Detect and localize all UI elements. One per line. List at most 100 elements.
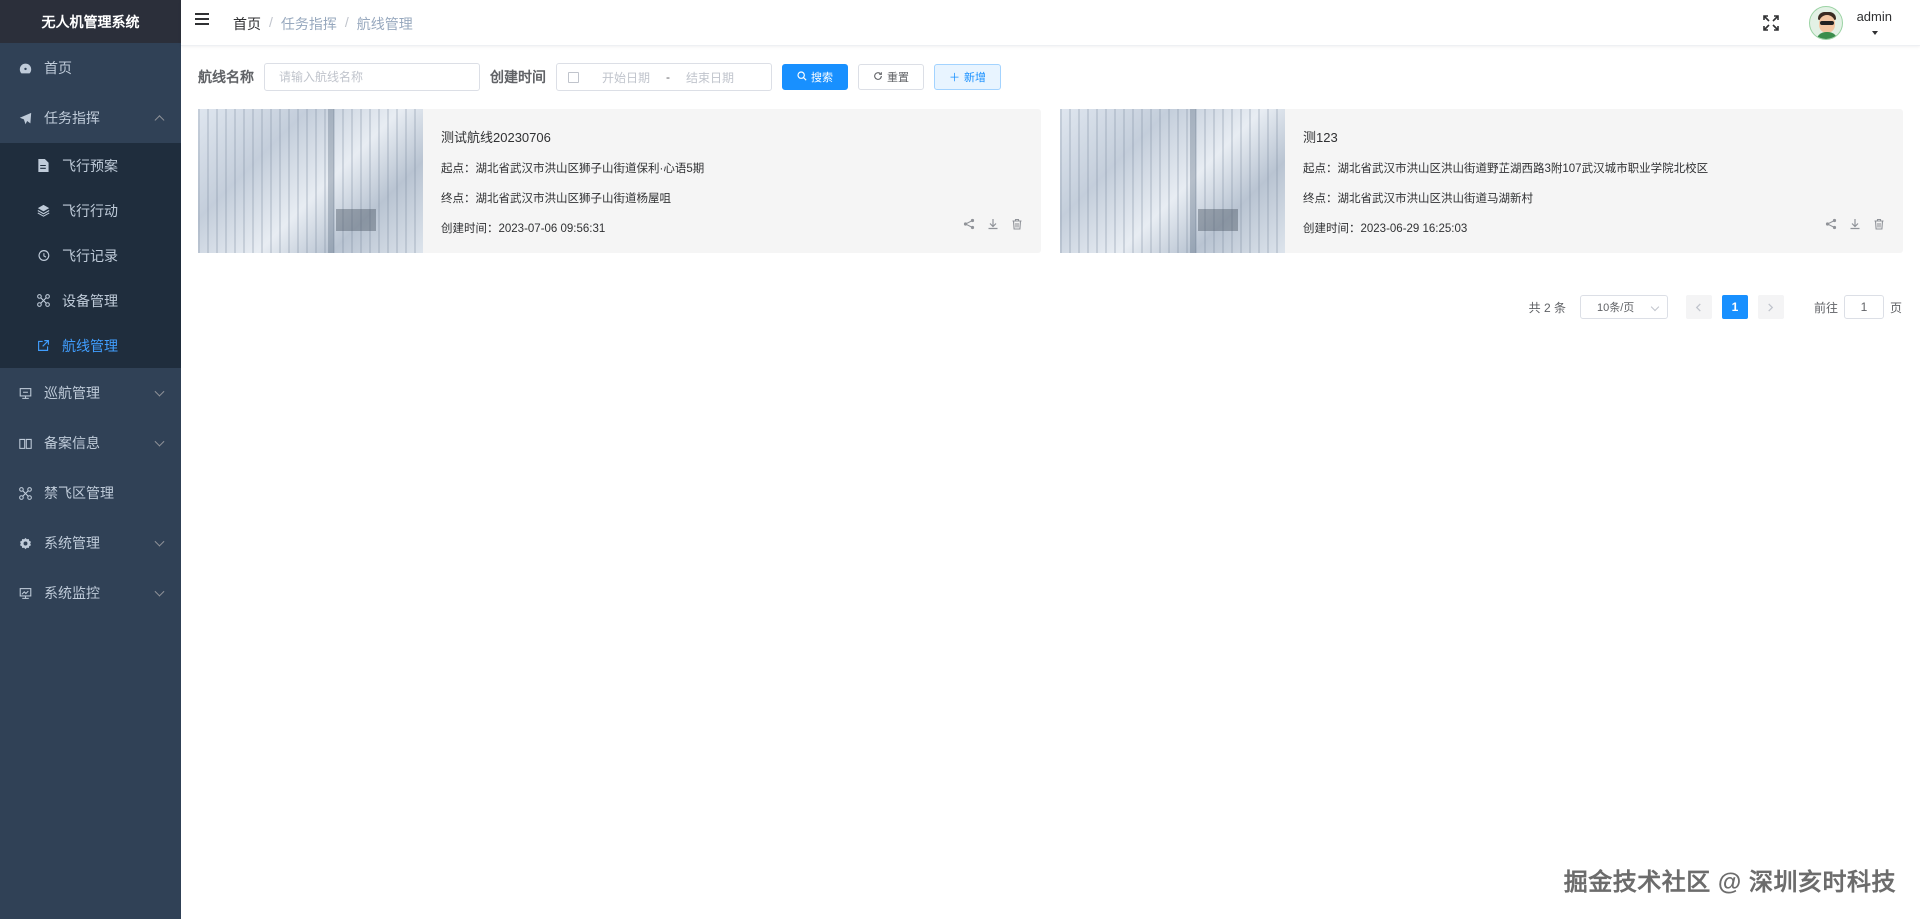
start-date-input[interactable]: 开始日期 [591,69,661,86]
gear-icon [18,536,32,550]
delete-icon[interactable] [1011,218,1023,233]
chevron-down-icon [154,586,165,597]
sidebar-item-patrol-management[interactable]: 巡航管理 [0,368,181,418]
sidebar-item-label: 飞行记录 [62,247,118,264]
route-start: 起点：湖北省武汉市洪山区狮子山街道保利·心语5期 [441,163,705,175]
sidebar-item-system-monitor[interactable]: 系统监控 [0,568,181,618]
app-title: 无人机管理系统 [0,0,181,43]
username[interactable]: admin [1857,9,1892,24]
sidebar-item-label: 禁飞区管理 [44,485,114,501]
add-button-label: 新增 [964,72,986,84]
refresh-icon [873,71,883,84]
document-icon [36,159,50,173]
sidebar-item-mission-command[interactable]: 任务指挥 [0,93,181,143]
date-range-picker[interactable]: 开始日期 - 结束日期 [556,63,772,91]
send-icon [18,111,32,125]
route-card[interactable]: 测123 起点：湖北省武汉市洪山区洪山街道野芷湖西路3附107武汉城市职业学院北… [1060,109,1903,253]
top-navbar: 首页 / 任务指挥 / 航线管理 admin [181,0,1920,46]
date-range-separator: - [666,70,670,84]
sidebar-item-label: 系统监控 [44,585,100,601]
route-start: 起点：湖北省武汉市洪山区洪山街道野芷湖西路3附107武汉城市职业学院北校区 [1303,163,1709,175]
book-icon [18,436,32,450]
breadcrumb-separator: / [269,14,273,30]
sidebar-item-flight-plan[interactable]: 飞行预案 [0,143,181,188]
route-end: 终点：湖北省武汉市洪山区洪山街道马湖新村 [1303,193,1533,205]
route-name-label: 航线名称 [198,69,254,85]
route-actions [1825,218,1885,233]
route-created-time: 创建时间：2023-07-06 09:56:31 [441,223,606,235]
download-icon[interactable] [1849,218,1861,233]
sidebar-item-label: 备案信息 [44,435,100,451]
calendar-icon [568,71,579,83]
sidebar-item-label: 航线管理 [62,337,118,354]
add-button[interactable]: ＋ 新增 [934,64,1001,90]
sidebar-item-route-management[interactable]: 航线管理 [0,323,181,368]
end-date-input[interactable]: 结束日期 [675,69,745,86]
route-card[interactable]: 测试航线20230706 起点：湖北省武汉市洪山区狮子山街道保利·心语5期 终点… [198,109,1041,253]
sidebar-item-system-management[interactable]: 系统管理 [0,518,181,568]
breadcrumb-mission-command: 任务指挥 [280,16,337,32]
monitor-chart-icon [18,586,32,600]
breadcrumb-home[interactable]: 首页 [233,14,261,34]
chevron-down-icon [154,436,165,447]
breadcrumb-current: 航线管理 [356,16,413,32]
sidebar-item-no-fly-zone[interactable]: 禁飞区管理 [0,468,181,518]
caret-down-icon[interactable] [1872,31,1878,35]
chevron-down-icon [154,536,165,547]
breadcrumb-separator: / [344,14,349,30]
sidebar: 无人机管理系统 首页 任务指挥 飞行预案 飞行行动 飞行记录 设备管理 航线管理… [0,0,181,919]
search-form: 航线名称 请输入航线名称 创建时间 开始日期 - 结束日期 搜索 重置 ＋ 新增 [198,63,1011,91]
share-icon[interactable] [1825,218,1837,233]
reset-button[interactable]: 重置 [858,64,924,90]
route-actions [963,218,1023,233]
page-number-current[interactable]: 1 [1721,295,1748,319]
route-info: 测123 起点：湖北省武汉市洪山区洪山街道野芷湖西路3附107武汉城市职业学院北… [1285,109,1903,253]
sidebar-item-label: 飞行行动 [62,202,118,219]
hamburger-icon[interactable] [195,13,211,29]
route-thumbnail [198,109,423,253]
sidebar-item-label: 设备管理 [62,292,118,309]
route-end: 终点：湖北省武汉市洪山区狮子山街道杨屋咀 [441,193,671,205]
search-icon [797,70,807,84]
share-icon[interactable] [963,218,975,233]
external-link-icon [36,339,50,353]
search-button[interactable]: 搜索 [782,64,848,90]
chevron-down-icon [154,386,165,397]
sidebar-item-device-management[interactable]: 设备管理 [0,278,181,323]
history-icon [36,249,50,263]
prev-page-button[interactable] [1685,295,1712,319]
goto-page-input[interactable]: 1 [1843,295,1884,319]
delete-icon[interactable] [1873,218,1885,233]
breadcrumb: 首页 / 任务指挥 / 航线管理 [233,14,413,34]
dashboard-icon [18,61,32,75]
next-page-button[interactable] [1757,295,1784,319]
page-size-select[interactable]: 10条/页 [1579,295,1668,319]
route-name: 测123 [1303,130,1338,145]
avatar[interactable] [1809,6,1843,40]
sidebar-item-home[interactable]: 首页 [0,43,181,93]
sidebar-item-filing-info[interactable]: 备案信息 [0,418,181,468]
route-thumbnail [1060,109,1285,253]
search-button-label: 搜索 [811,72,833,84]
chevron-up-icon [154,115,165,126]
watermark: 掘金技术社区 @ 深圳亥时科技 [1563,869,1896,896]
drone-icon [18,486,32,500]
route-name: 测试航线20230706 [441,130,551,145]
route-created-time: 创建时间：2023-06-29 16:25:03 [1303,223,1468,235]
route-info: 测试航线20230706 起点：湖北省武汉市洪山区狮子山街道保利·心语5期 终点… [423,109,1041,253]
sidebar-item-label: 任务指挥 [44,110,100,126]
download-icon[interactable] [987,218,999,233]
sidebar-item-flight-action[interactable]: 飞行行动 [0,188,181,233]
reset-button-label: 重置 [887,72,909,84]
sidebar-item-label: 巡航管理 [44,385,100,401]
monitor-icon [18,386,32,400]
pagination: 共 2 条 10条/页 1 前往 1 页 [1529,295,1902,319]
drone-icon [36,294,50,308]
route-card-list: 测试航线20230706 起点：湖北省武汉市洪山区狮子山街道保利·心语5期 终点… [198,109,1903,253]
sidebar-item-label: 系统管理 [44,535,100,551]
created-time-label: 创建时间 [490,69,546,85]
route-name-input[interactable]: 请输入航线名称 [264,63,480,91]
sidebar-item-flight-record[interactable]: 飞行记录 [0,233,181,278]
sidebar-item-label: 飞行预案 [62,157,118,174]
fullscreen-icon[interactable] [1762,14,1780,32]
